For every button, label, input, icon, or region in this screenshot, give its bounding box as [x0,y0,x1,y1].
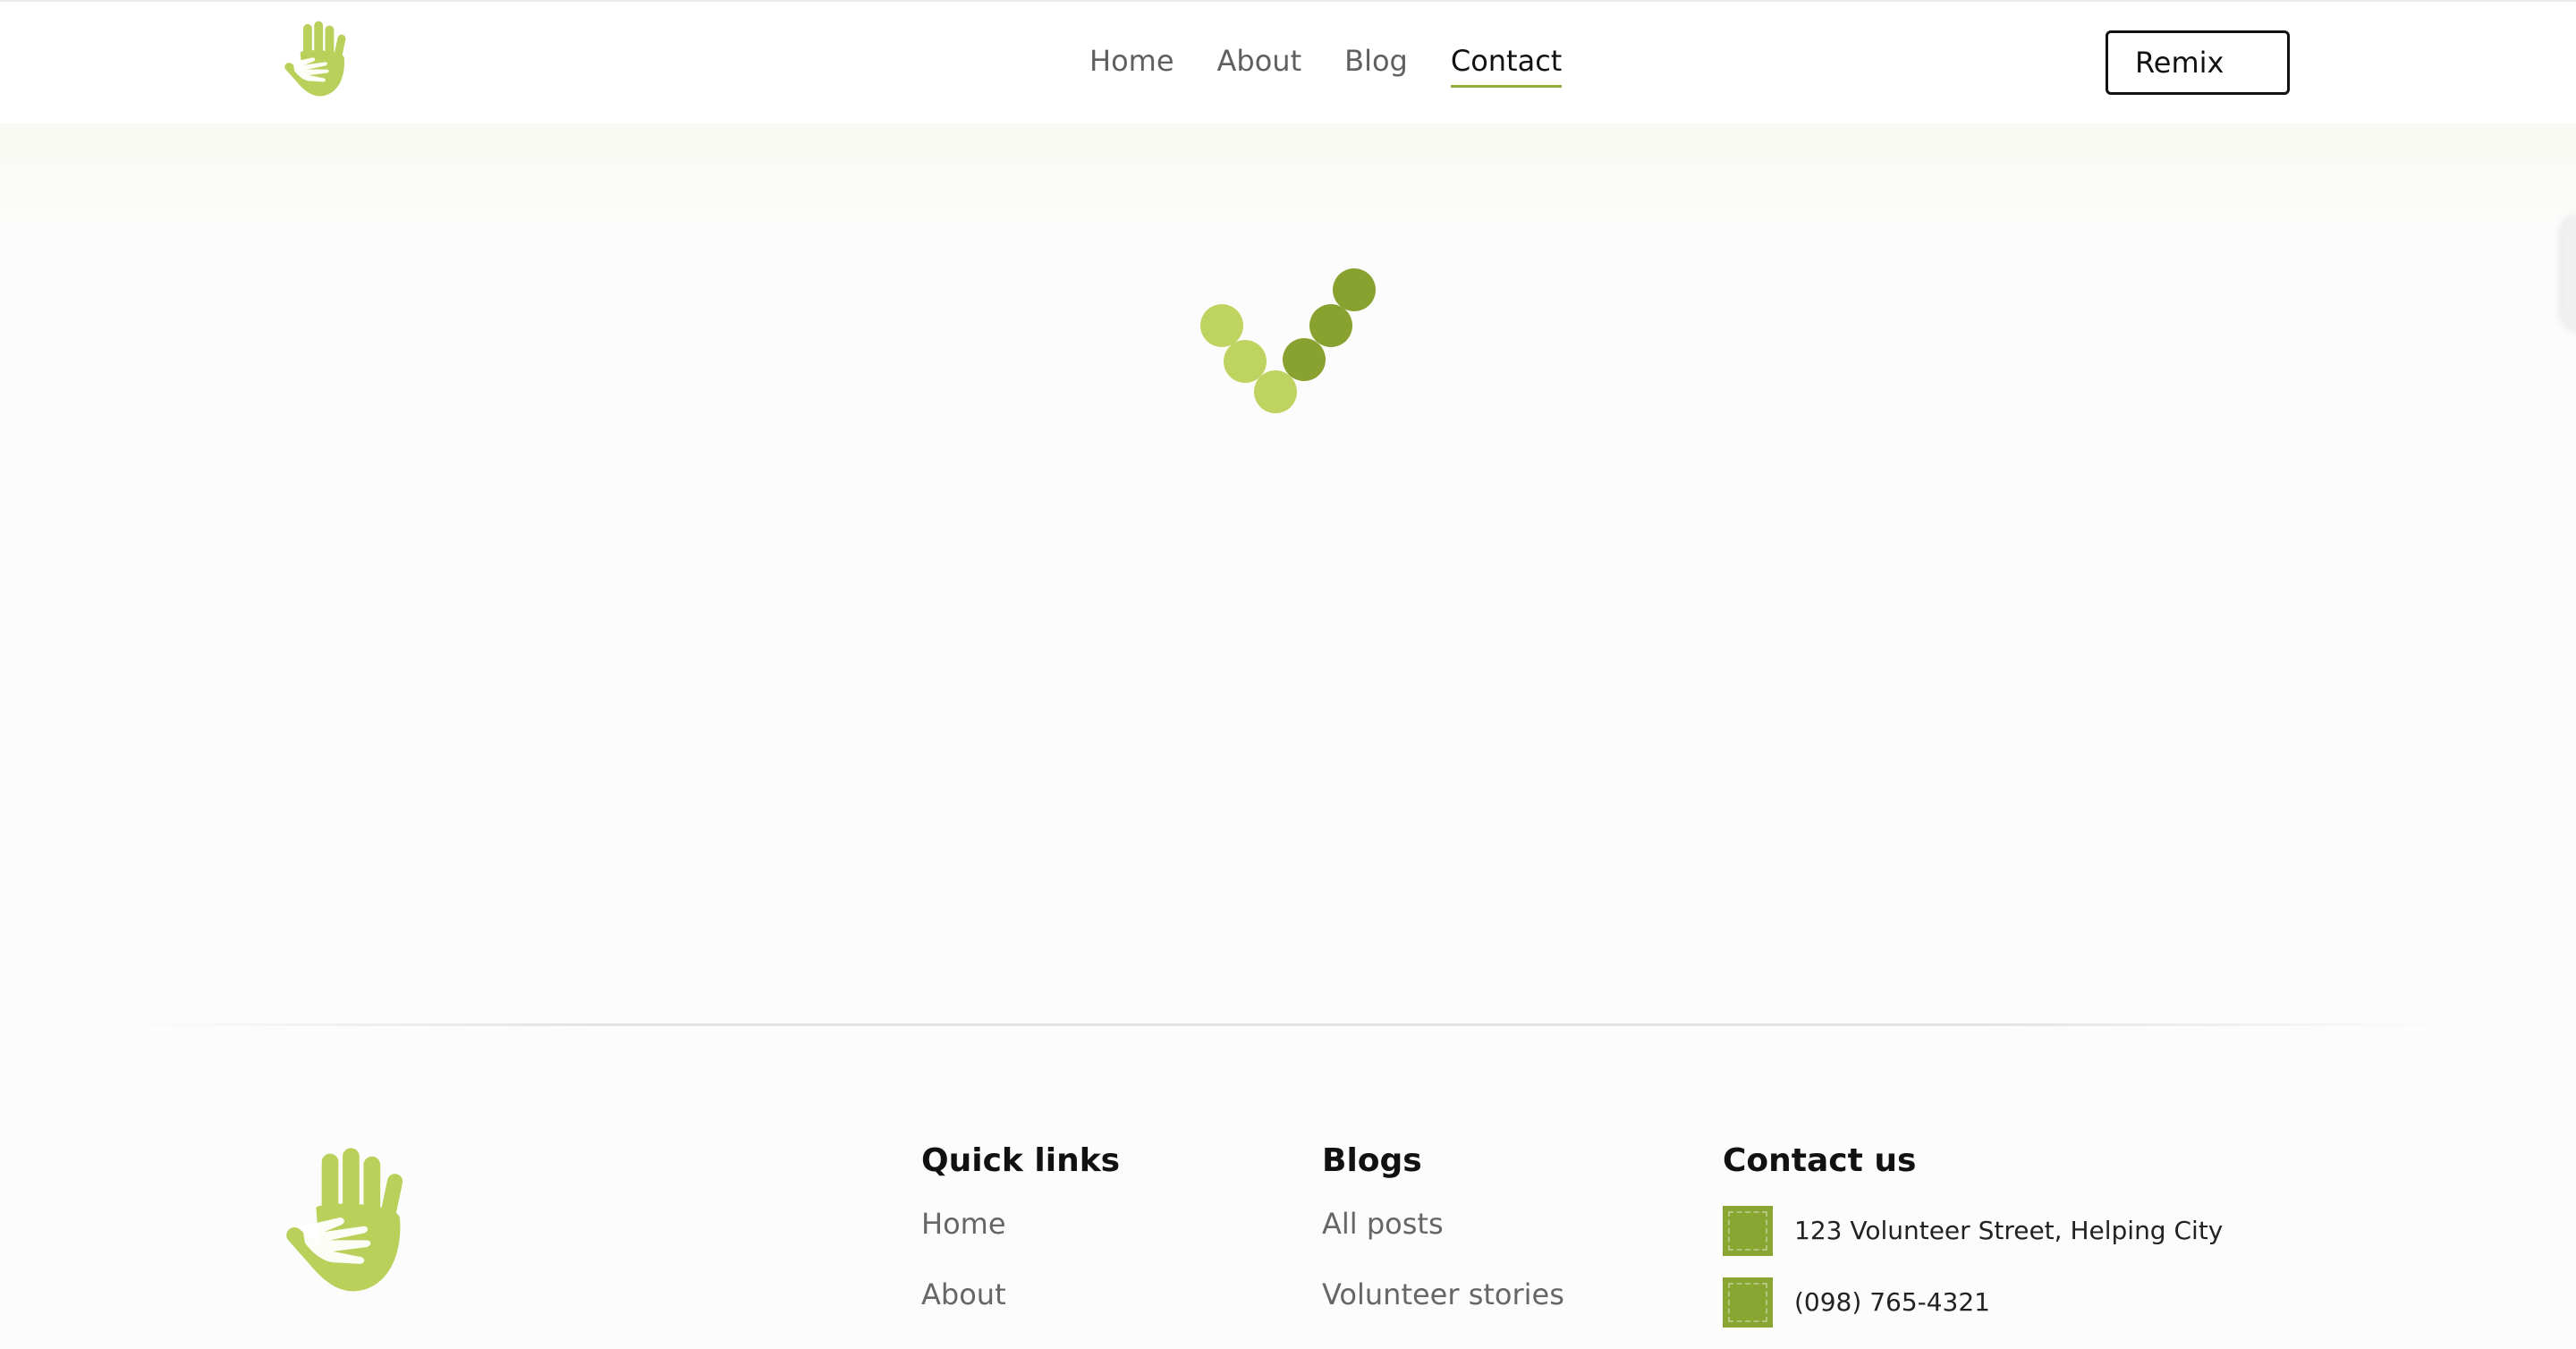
loader-dot [1254,370,1297,413]
remix-button[interactable]: Remix [2106,30,2290,95]
header-shadow-band [0,123,2576,231]
loader-dot [1224,340,1267,383]
footer-contact: Contact us 123 Volunteer Street, Helping… [1723,1141,2223,1349]
footer-link-home[interactable]: Home [921,1206,1120,1242]
blogs-heading: Blogs [1322,1142,1422,1179]
footer-hands-logo-icon[interactable] [283,1145,422,1306]
loader-dot [1309,304,1352,347]
site-header: Home About Blog Contact Remix [0,0,2576,123]
main-nav: Home About Blog Contact [1089,43,1562,88]
contact-heading: Contact us [1723,1142,1917,1179]
loader-dot [1333,268,1376,311]
location-icon [1723,1206,1773,1256]
contact-phone-text[interactable]: (098) 765-4321 [1794,1277,1990,1328]
hands-logo-icon[interactable] [283,20,356,104]
footer-link-about[interactable]: About [921,1277,1120,1312]
footer-quick-links: Quick links Home About [921,1141,1120,1347]
contact-address: 123 Volunteer Street, Helping City [1723,1206,2223,1256]
quick-links-heading: Quick links [921,1142,1121,1179]
contact-address-text: 123 Volunteer Street, Helping City [1794,1216,2224,1245]
nav-home[interactable]: Home [1089,43,1174,88]
footer-blogs: Blogs All posts Volunteer stories [1322,1141,1564,1347]
phone-icon [1723,1277,1773,1328]
footer-link-volunteer-stories[interactable]: Volunteer stories [1322,1277,1564,1312]
nav-contact[interactable]: Contact [1450,43,1562,88]
footer-divider [125,1023,2451,1026]
nav-blog[interactable]: Blog [1344,43,1408,88]
nav-about[interactable]: About [1217,43,1302,88]
loader-dot [1283,338,1326,381]
footer-link-all-posts[interactable]: All posts [1322,1206,1564,1242]
contact-phone: (098) 765-4321 [1723,1277,2223,1328]
side-panel-edge[interactable] [2563,215,2576,331]
loader-dot [1200,304,1243,347]
